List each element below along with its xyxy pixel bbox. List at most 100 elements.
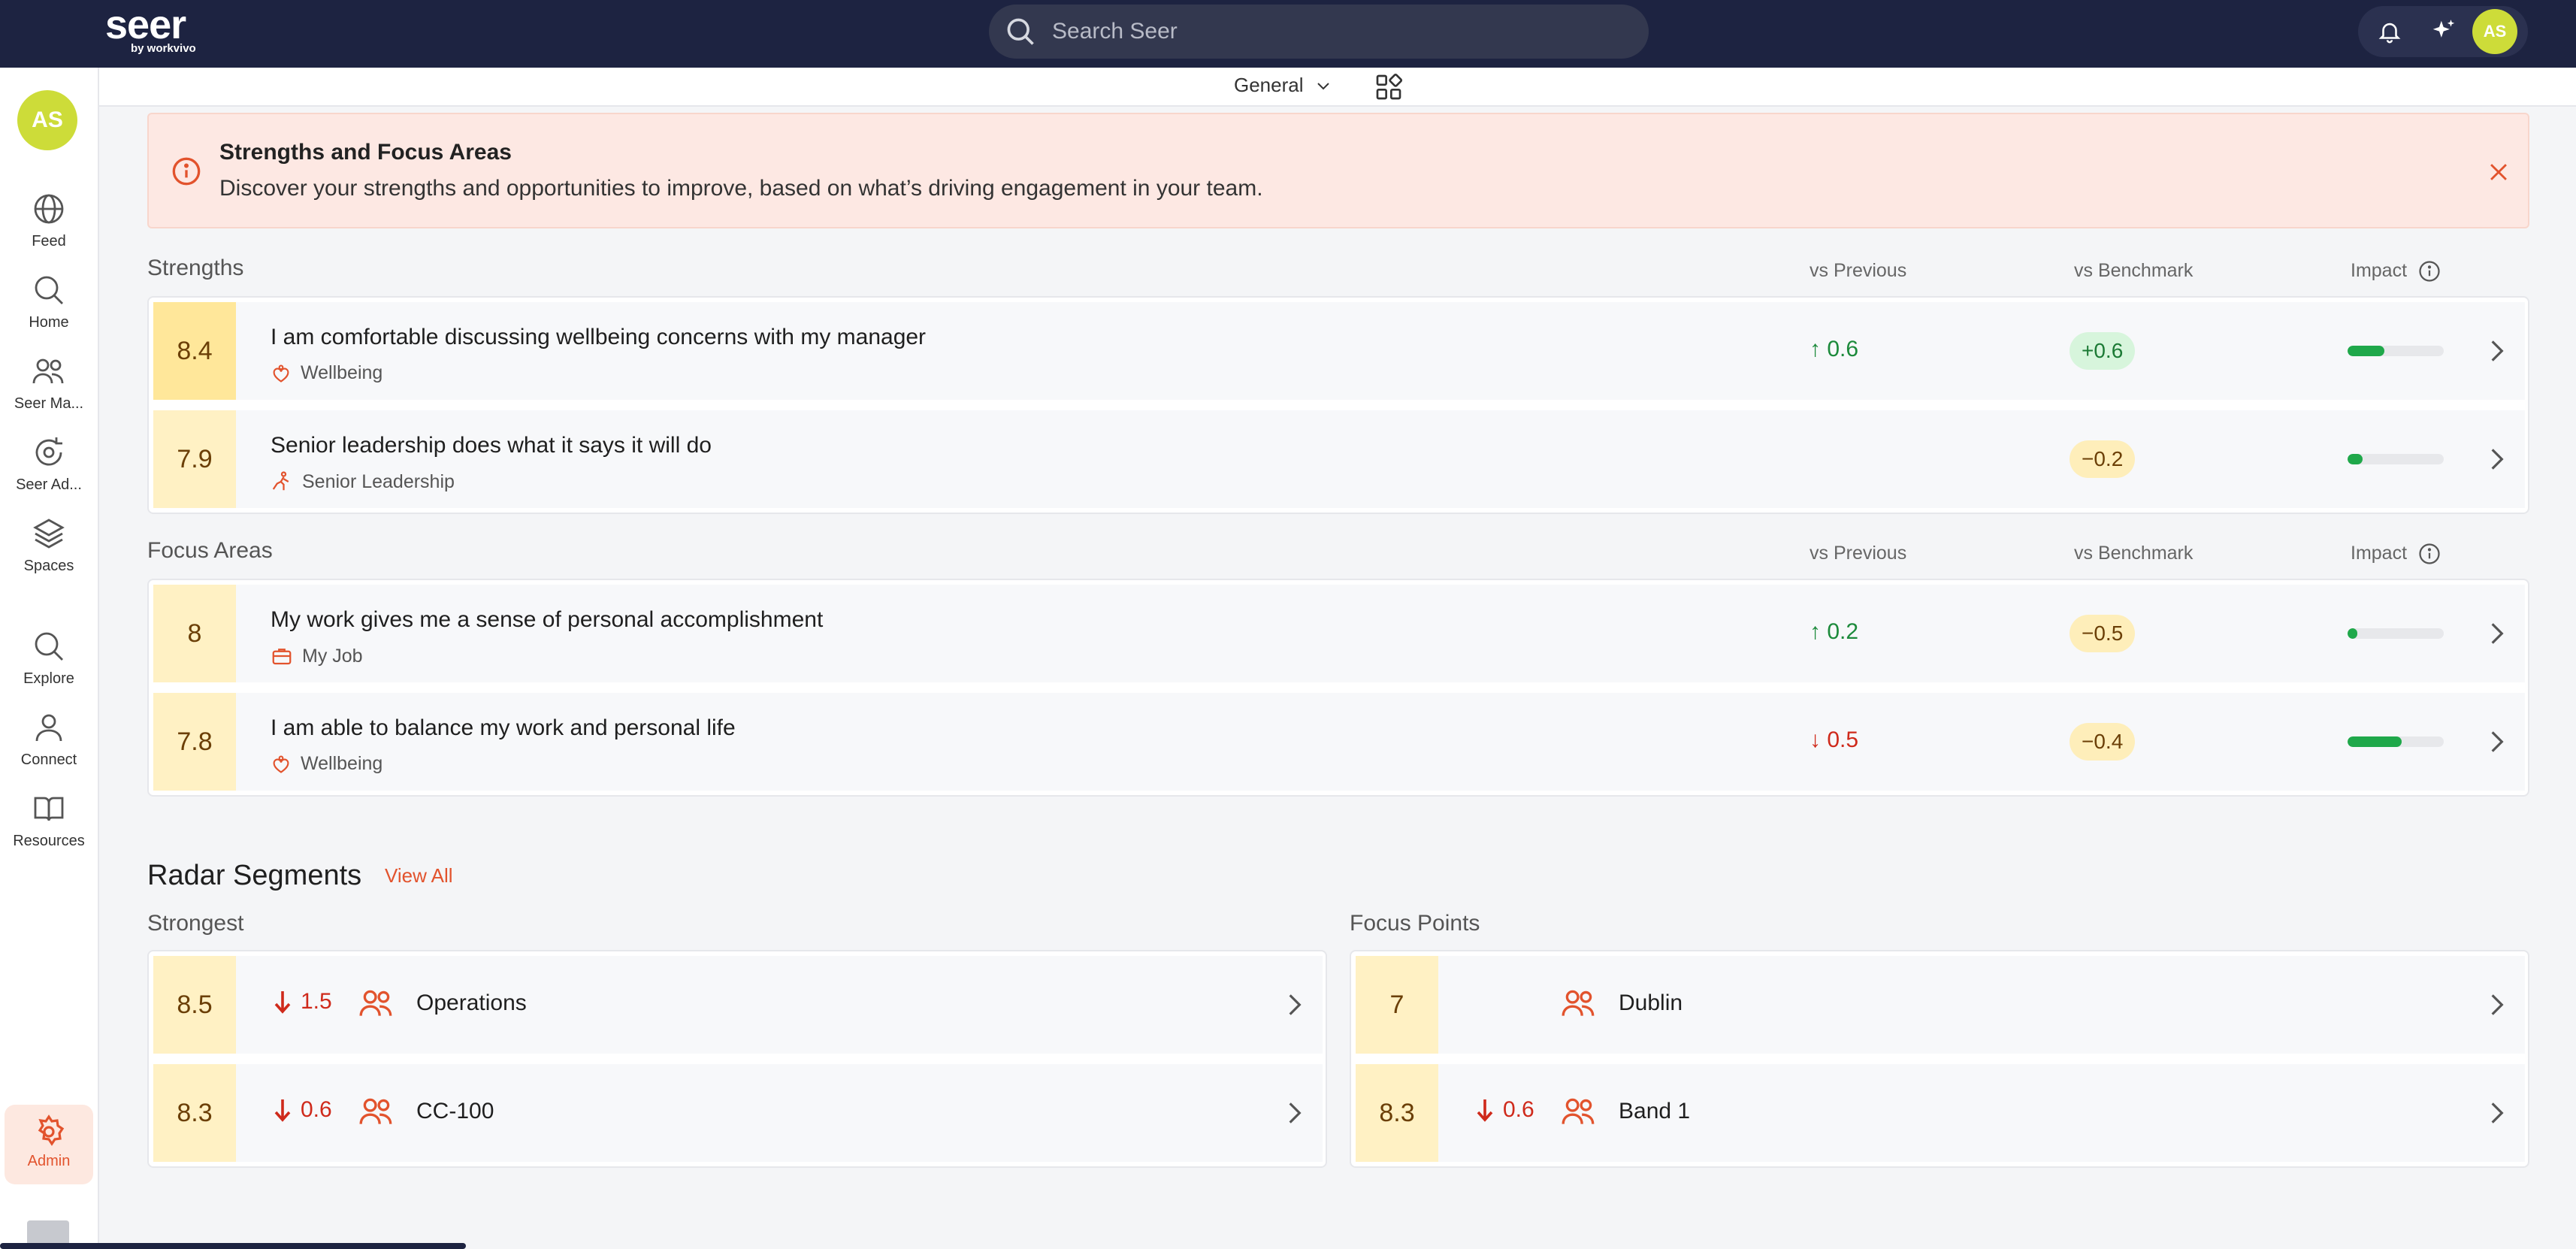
segment-delta-value: 1.5 xyxy=(301,989,332,1014)
score-badge: 7.8 xyxy=(153,693,236,791)
search-input[interactable]: Search Seer xyxy=(989,5,1649,59)
vs-benchmark-badge: −0.5 xyxy=(2070,615,2136,652)
segment-name: Band 1 xyxy=(1619,1099,1691,1123)
logo-word: seer xyxy=(105,2,186,47)
wellbeing-icon xyxy=(273,755,289,773)
people-icon xyxy=(1562,1098,1595,1124)
people-icon xyxy=(359,990,392,1016)
sidebar-item-feed[interactable]: Feed xyxy=(0,191,98,250)
sidebar-item-explore[interactable]: Explore xyxy=(0,628,98,688)
strength-row[interactable]: 8.4 I am comfortable discussing wellbein… xyxy=(153,302,2525,400)
sidebar-item-label: Seer Ma... xyxy=(14,395,84,412)
people-icon xyxy=(32,358,64,384)
close-icon[interactable] xyxy=(2486,159,2511,185)
sidebar-item-label: Home xyxy=(29,314,69,331)
segment-row[interactable]: 7 Dublin xyxy=(1356,956,2525,1054)
book-icon xyxy=(34,797,64,821)
gear-icon xyxy=(38,1114,65,1146)
bottom-scroll-indicator xyxy=(0,1243,466,1249)
impact-header-label: Impact xyxy=(2351,260,2408,281)
score-badge: 8.4 xyxy=(153,302,236,400)
vs-benchmark-header: vs Benchmark xyxy=(2074,543,2194,564)
vs-benchmark-badge: +0.6 xyxy=(2070,332,2136,370)
impact-bar xyxy=(2348,346,2444,356)
chevron-right-icon[interactable] xyxy=(1280,1099,1309,1127)
strengths-heading: Strengths xyxy=(147,256,244,280)
vs-previous-number: 0.5 xyxy=(1827,727,1859,752)
sidebar-avatar[interactable]: AS xyxy=(17,90,77,150)
banner-title: Strengths and Focus Areas xyxy=(219,140,512,165)
info-banner: Strengths and Focus Areas Discover your … xyxy=(147,113,2529,228)
question-category: Wellbeing xyxy=(271,362,382,384)
general-dropdown[interactable]: General xyxy=(1234,74,1332,97)
wellbeing-icon xyxy=(273,364,289,383)
focus-points-segments-list: 7 Dublin 8.3 0.6 Band 1 xyxy=(1350,950,2529,1168)
vs-previous-header: vs Previous xyxy=(1810,543,1907,564)
question-title: Senior leadership does what it says it w… xyxy=(271,433,712,458)
category-label: Wellbeing xyxy=(301,362,383,383)
sidebar-item-admin[interactable]: Admin xyxy=(5,1105,93,1184)
score-badge: 8.5 xyxy=(153,956,236,1054)
focus-areas-heading: Focus Areas xyxy=(147,538,273,563)
vs-previous-value: ↑ 0.2 xyxy=(1810,619,1859,644)
question-category: My Job xyxy=(271,645,363,667)
refresh-icon xyxy=(35,437,62,466)
impact-fill xyxy=(2348,346,2384,356)
focus-row[interactable]: 8 My work gives me a sense of personal a… xyxy=(153,585,2525,682)
notifications-button[interactable] xyxy=(2367,9,2412,54)
category-label: Wellbeing xyxy=(301,753,383,774)
focus-points-heading: Focus Points xyxy=(1350,911,1480,936)
sidebar-item-label: Connect xyxy=(20,752,77,768)
chevron-right-icon[interactable] xyxy=(2483,1099,2511,1127)
focus-row[interactable]: 7.8 I am able to balance my work and per… xyxy=(153,693,2525,791)
leadership-icon xyxy=(272,471,289,491)
impact-bar xyxy=(2348,454,2444,464)
question-title: I am comfortable discussing wellbeing co… xyxy=(271,325,927,349)
sidebar-item-spaces[interactable]: Spaces xyxy=(0,516,98,575)
chevron-right-icon[interactable] xyxy=(2483,727,2511,756)
chevron-right-icon[interactable] xyxy=(2483,445,2511,473)
people-icon xyxy=(1562,990,1595,1016)
strongest-segments-list: 8.5 1.5 Operations 8.3 0.6 CC-100 xyxy=(147,950,1327,1168)
strength-row[interactable]: 7.9 Senior leadership does what it says … xyxy=(153,410,2525,508)
segment-row[interactable]: 8.3 0.6 Band 1 xyxy=(1356,1064,2525,1162)
sidebar-item-seer-admin[interactable]: Seer Ad... xyxy=(0,434,98,494)
impact-fill xyxy=(2348,628,2357,639)
view-all-link[interactable]: View All xyxy=(385,864,453,888)
chevron-right-icon[interactable] xyxy=(1280,990,1309,1019)
chevron-right-icon[interactable] xyxy=(2483,990,2511,1019)
impact-bar xyxy=(2348,628,2444,639)
info-icon[interactable] xyxy=(2418,543,2441,565)
sidebar: AS Feed Home Seer Ma... Seer Ad... Space… xyxy=(0,68,99,1249)
search-icon xyxy=(35,632,63,661)
category-label: My Job xyxy=(302,645,363,667)
info-icon[interactable] xyxy=(2418,260,2441,283)
chevron-right-icon[interactable] xyxy=(2483,337,2511,365)
seer-logo[interactable]: seer by workvivo xyxy=(105,3,196,55)
grid-icon xyxy=(1376,73,1403,100)
header-actions: AS xyxy=(2358,6,2528,57)
sidebar-item-label: Explore xyxy=(23,670,74,687)
widgets-button[interactable] xyxy=(1374,72,1404,106)
category-label: Senior Leadership xyxy=(302,470,455,492)
user-avatar[interactable]: AS xyxy=(2472,9,2517,54)
segment-delta: 0.6 xyxy=(274,1097,332,1123)
sidebar-item-resources[interactable]: Resources xyxy=(0,791,98,850)
sidebar-item-home[interactable]: Home xyxy=(0,272,98,331)
sidebar-item-seer-manager[interactable]: Seer Ma... xyxy=(0,353,98,413)
general-dropdown-label: General xyxy=(1234,74,1304,96)
sidebar-item-label: Spaces xyxy=(23,558,74,574)
impact-bar xyxy=(2348,736,2444,747)
ai-assistant-button[interactable] xyxy=(2421,9,2466,54)
segment-name: CC-100 xyxy=(416,1099,494,1123)
arrow-down-icon xyxy=(274,991,291,1014)
chevron-right-icon[interactable] xyxy=(2483,619,2511,648)
vs-previous-value: ↑ 0.6 xyxy=(1810,337,1859,361)
chevron-down-icon xyxy=(1317,82,1329,89)
vs-previous-number: 0.6 xyxy=(1827,337,1859,361)
sidebar-item-connect[interactable]: Connect xyxy=(0,709,98,769)
layers-icon xyxy=(33,519,65,549)
search-icon xyxy=(35,276,63,304)
segment-row[interactable]: 8.3 0.6 CC-100 xyxy=(153,1064,1323,1162)
segment-row[interactable]: 8.5 1.5 Operations xyxy=(153,956,1323,1054)
